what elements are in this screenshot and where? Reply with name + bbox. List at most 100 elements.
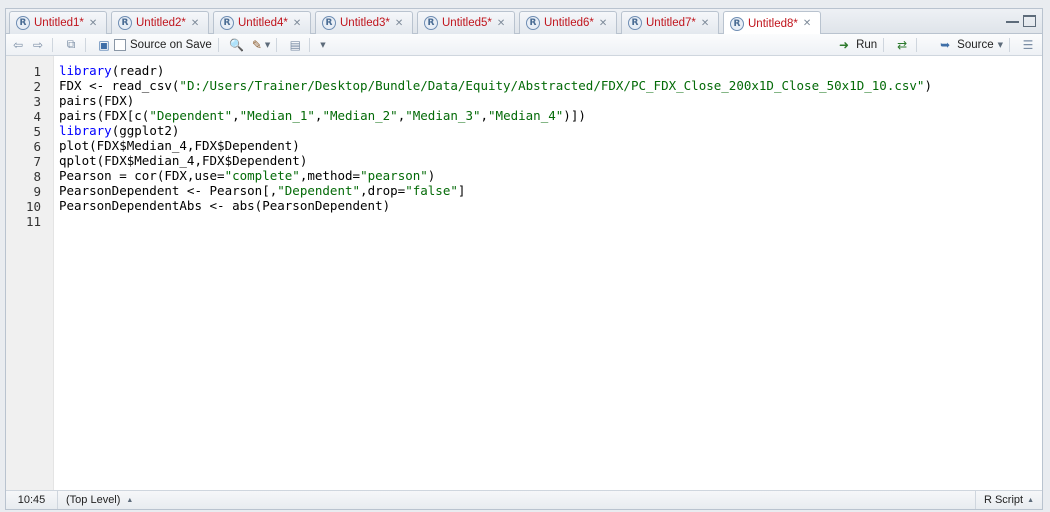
code-line[interactable]: PearsonDependent <- Pearson[,"Dependent"… (59, 183, 465, 198)
toolbar-separator (916, 38, 918, 52)
tab-untitled2[interactable]: R Untitled2* ✕ (111, 11, 209, 34)
source-on-save-checkbox[interactable] (114, 38, 126, 51)
code-line[interactable]: plot(FDX$Median_4,FDX$Dependent) (59, 138, 300, 153)
toolbar-separator (276, 37, 278, 52)
close-icon[interactable]: ✕ (599, 18, 607, 29)
save-icon[interactable]: ▣ (96, 37, 112, 53)
close-icon[interactable]: ✕ (701, 18, 709, 29)
code-string: "complete" (224, 168, 300, 183)
source-on-save-label: Source on Save (130, 38, 212, 51)
find-icon[interactable]: 🔍 (229, 37, 245, 53)
toolbar-separator (217, 37, 219, 52)
code-token: ,drop= (360, 183, 406, 198)
toolbar-separator (883, 38, 885, 52)
code-line[interactable]: library(readr) (59, 63, 164, 78)
line-number: 11 (25, 214, 41, 229)
code-token: (ggplot2) (111, 123, 180, 138)
r-file-icon: R (322, 16, 336, 30)
forward-arrow-icon[interactable]: ⇨ (30, 37, 46, 53)
tab-label: Untitled1* (34, 17, 84, 29)
code-tools-wand-icon[interactable]: ✎ (249, 37, 265, 53)
options-dropdown-arrow[interactable]: ▼ (320, 41, 325, 49)
back-arrow-icon[interactable]: ⇦ (10, 37, 26, 53)
toolbar-separator (1009, 38, 1010, 52)
run-button-label: Run (856, 39, 878, 51)
close-icon[interactable]: ✕ (497, 18, 505, 29)
code-string: "Median_1" (239, 108, 315, 123)
tab-label: Untitled3* (340, 17, 390, 29)
r-file-icon: R (424, 16, 438, 30)
file-type-dropdown-arrow: ▲ (1027, 496, 1034, 504)
source-button[interactable]: ➥ Source ▼ (933, 37, 1003, 53)
editor-scrollbar[interactable] (1030, 56, 1042, 492)
code-token: plot(FDX$Median_4,FDX$Dependent) (59, 138, 300, 153)
tab-untitled6[interactable]: R Untitled6* ✕ (519, 11, 617, 34)
compile-report-icon[interactable]: ▤ (287, 37, 303, 53)
code-token: ) (427, 168, 436, 183)
close-icon[interactable]: ✕ (293, 18, 301, 29)
code-line[interactable]: FDX <- read_csv("D:/Users/Trainer/Deskto… (59, 78, 932, 93)
close-icon[interactable]: ✕ (395, 18, 403, 29)
close-icon[interactable]: ✕ (89, 18, 97, 29)
line-number-gutter: 1 2 3 4 5 6 7 8 9 10 11 (6, 56, 54, 492)
code-token: ,method= (299, 168, 361, 183)
tab-untitled8[interactable]: R Untitled8* ✕ (723, 11, 821, 35)
toolbar-separator (309, 37, 311, 52)
document-outline-icon[interactable]: ☰ (1020, 37, 1036, 53)
rerun-icon[interactable]: ⇄ (894, 37, 910, 53)
tab-label: Untitled8* (748, 17, 798, 30)
code-token: , (232, 108, 240, 123)
tab-label: Untitled5* (442, 17, 492, 29)
code-line[interactable]: Pearson = cor(FDX,use="complete",method=… (59, 168, 435, 183)
tab-untitled5[interactable]: R Untitled5* ✕ (417, 11, 515, 34)
minimize-icon[interactable] (1006, 15, 1019, 23)
code-string: "pearson" (360, 168, 428, 183)
editor-status-bar: 10:45 (Top Level) ▲ R Script ▲ (6, 490, 1042, 509)
r-file-icon: R (730, 16, 744, 31)
code-token: )]) (563, 108, 586, 123)
line-number: 8 (33, 169, 41, 184)
file-type-selector[interactable]: R Script ▲ (974, 491, 1042, 509)
code-string: "Median_4" (488, 108, 564, 123)
source-editor-pane: R Untitled1* ✕ R Untitled2* ✕ R Untitled4* ✕ R Unt… (5, 8, 1043, 510)
line-number: 3 (33, 94, 41, 109)
code-string: "false" (405, 183, 458, 198)
tab-untitled7[interactable]: R Untitled7* ✕ (621, 11, 719, 34)
maximize-icon[interactable] (1023, 15, 1036, 27)
code-line[interactable]: qplot(FDX$Median_4,FDX$Dependent) (59, 153, 307, 168)
tab-untitled3[interactable]: R Untitled3* ✕ (315, 11, 413, 34)
code-string: "Median_3" (405, 108, 481, 123)
code-string: "D:/Users/Trainer/Desktop/Bundle/Data/Eq… (179, 78, 925, 93)
scope-selector[interactable]: (Top Level) ▲ (66, 494, 133, 506)
source-dropdown-arrow[interactable]: ▼ (998, 41, 1003, 49)
line-number: 6 (33, 139, 41, 154)
code-editor[interactable]: 1 2 3 4 5 6 7 8 9 10 11 library(readr) FDX <- read_… (6, 56, 1042, 492)
line-number: 4 (33, 109, 41, 124)
tab-untitled1[interactable]: R Untitled1* ✕ (9, 11, 107, 34)
file-type-label: R Script (983, 494, 1024, 506)
line-number: 2 (33, 79, 41, 94)
code-string: "Dependent" (149, 108, 233, 123)
show-in-window-icon[interactable]: ⧉ (63, 37, 79, 53)
editor-tab-bar: R Untitled1* ✕ R Untitled2* ✕ R Untitled4* ✕ R Unt… (6, 9, 1042, 35)
code-line[interactable]: pairs(FDX[c("Dependent","Median_1","Medi… (59, 108, 586, 123)
tab-label: Untitled2* (136, 17, 186, 29)
editor-toolbar: ⇦ ⇨ ⧉ ▣ Source on Save 🔍 ✎ ▼ ▤ ▼ ➜ Run ⇄… (6, 34, 1042, 56)
code-token: Pearson = cor(FDX,use= (59, 168, 225, 183)
cursor-position: 10:45 (6, 491, 58, 509)
tab-untitled4[interactable]: R Untitled4* ✕ (213, 11, 311, 34)
code-line[interactable]: PearsonDependentAbs <- abs(PearsonDepend… (59, 198, 390, 213)
source-arrow-icon: ➥ (940, 38, 951, 52)
code-tools-dropdown-arrow[interactable]: ▼ (265, 41, 270, 49)
tab-label: Untitled6* (544, 17, 594, 29)
r-file-icon: R (118, 16, 132, 30)
run-button[interactable]: ➜ Run (832, 37, 877, 53)
tab-label: Untitled4* (238, 17, 288, 29)
code-line[interactable]: library(ggplot2) (59, 123, 179, 138)
code-line[interactable]: pairs(FDX) (59, 93, 134, 108)
close-icon[interactable]: ✕ (803, 18, 811, 29)
code-token: ) (924, 78, 932, 93)
close-icon[interactable]: ✕ (191, 18, 199, 29)
scope-dropdown-arrow: ▲ (126, 496, 134, 504)
line-number: 7 (33, 154, 41, 169)
